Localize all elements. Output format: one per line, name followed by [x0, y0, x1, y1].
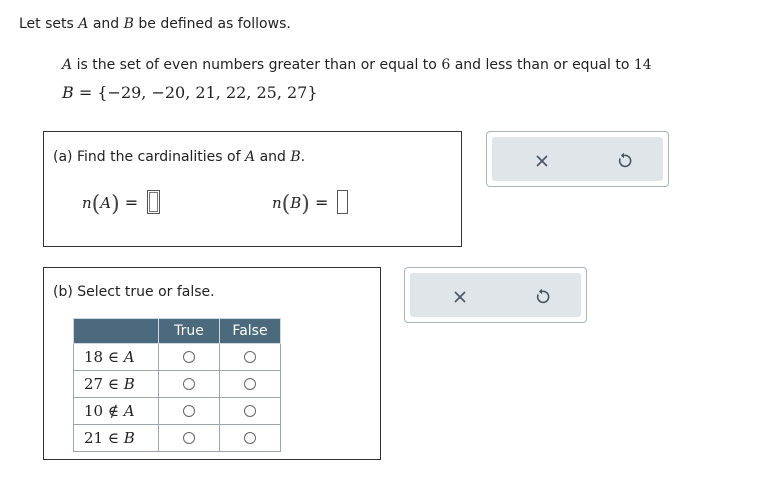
- statement-cell: 27 ∈ B: [73, 370, 159, 398]
- part-b-panel: (b) Select true or false. True False 18 …: [43, 267, 381, 460]
- part-a-and: and: [255, 149, 291, 165]
- set-a-definition: A is the set of even numbers greater tha…: [62, 57, 652, 73]
- open-brace: {: [97, 83, 108, 102]
- set-a-symbol: A: [78, 16, 89, 32]
- equals-sign: =: [73, 83, 98, 102]
- false-radio[interactable]: [244, 351, 256, 363]
- statement-cell: 18 ∈ A: [73, 343, 159, 371]
- true-radio[interactable]: [183, 378, 195, 390]
- true-cell: [158, 424, 220, 452]
- part-a-set-b: B: [290, 149, 301, 165]
- intro-text-end: be defined as follows.: [133, 16, 291, 32]
- part-a-actions-bar: [492, 137, 663, 181]
- problem-intro: Let sets A and B be defined as follows.: [19, 16, 291, 32]
- cardinality-b-set: B: [290, 194, 302, 212]
- cardinality-a-equals: =: [119, 193, 144, 212]
- table-row: 27 ∈ B: [73, 370, 281, 398]
- intro-text: Let sets: [19, 16, 79, 32]
- part-a-prefix: (a) Find the cardinalities of: [53, 149, 245, 165]
- true-cell: [158, 343, 220, 371]
- statement-number: 18: [84, 348, 104, 366]
- statement-cell: 21 ∈ B: [73, 424, 159, 452]
- true-radio[interactable]: [183, 351, 195, 363]
- statement-operator: ∈: [103, 348, 124, 366]
- set-b-definition: B = {−29, −20, 21, 22, 25, 27}: [62, 83, 318, 102]
- true-radio[interactable]: [183, 405, 195, 417]
- false-cell: [219, 370, 281, 398]
- false-cell: [219, 424, 281, 452]
- set-a-upper-bound: 14: [633, 57, 652, 73]
- false-radio[interactable]: [244, 378, 256, 390]
- statement-number: 10: [84, 402, 104, 420]
- true-cell: [158, 370, 220, 398]
- set-a-lower-bound: 6: [441, 57, 451, 73]
- table-row: 10 ∉ A: [73, 397, 281, 425]
- set-b-elements: −29, −20, 21, 22, 25, 27: [107, 83, 308, 102]
- false-cell: [219, 343, 281, 371]
- part-a-heading: (a) Find the cardinalities of A and B.: [53, 149, 305, 165]
- intro-and: and: [88, 16, 124, 32]
- n-function-a: n: [82, 194, 92, 212]
- part-a-actions: [486, 131, 669, 187]
- close-x-icon[interactable]: [530, 149, 554, 173]
- close-x-icon[interactable]: [448, 285, 472, 309]
- cardinality-b-equals: =: [309, 193, 334, 212]
- undo-arrow-icon[interactable]: [530, 285, 554, 309]
- statement-number: 21: [84, 429, 104, 447]
- statement-set: B: [123, 429, 135, 447]
- set-b-name: B: [62, 83, 74, 102]
- table-row: 21 ∈ B: [73, 424, 281, 452]
- set-a-description-mid: and less than or equal to: [450, 57, 634, 73]
- table-row: 18 ∈ A: [73, 343, 281, 371]
- false-column-header: False: [219, 318, 281, 344]
- statement-set: A: [123, 402, 135, 420]
- part-b-actions-bar: [410, 273, 581, 317]
- statement-operator: ∈: [103, 375, 124, 393]
- set-b-symbol: B: [123, 16, 134, 32]
- statement-operator: ∈: [103, 429, 124, 447]
- false-cell: [219, 397, 281, 425]
- false-radio[interactable]: [244, 405, 256, 417]
- statement-operator: ∉: [103, 402, 124, 420]
- part-b-actions: [404, 267, 587, 323]
- statement-number: 27: [84, 375, 104, 393]
- part-b-heading: (b) Select true or false.: [53, 284, 215, 300]
- cardinality-a-expression: n(A) =: [82, 190, 161, 217]
- n-function-b: n: [272, 194, 282, 212]
- undo-arrow-icon[interactable]: [612, 149, 636, 173]
- close-brace: }: [307, 83, 318, 102]
- statement-set: B: [123, 375, 135, 393]
- statement-set: A: [123, 348, 135, 366]
- true-false-table: True False 18 ∈ A 27 ∈ B 10 ∉ A 21 ∈ B: [73, 318, 281, 452]
- false-radio[interactable]: [244, 432, 256, 444]
- true-radio[interactable]: [183, 432, 195, 444]
- cardinality-a-set: A: [100, 194, 112, 212]
- set-a-description: is the set of even numbers greater than …: [72, 57, 442, 73]
- part-a-set-a: A: [245, 149, 256, 165]
- true-column-header: True: [158, 318, 220, 344]
- part-a-panel: (a) Find the cardinalities of A and B. n…: [43, 131, 462, 247]
- true-cell: [158, 397, 220, 425]
- n-b-input[interactable]: [337, 190, 349, 214]
- statement-cell: 10 ∉ A: [73, 397, 159, 425]
- part-a-period: .: [300, 149, 306, 165]
- set-a-name: A: [62, 57, 73, 73]
- blank-header: [73, 318, 159, 344]
- n-a-input[interactable]: [147, 190, 161, 214]
- cardinality-b-expression: n(B) =: [272, 190, 349, 217]
